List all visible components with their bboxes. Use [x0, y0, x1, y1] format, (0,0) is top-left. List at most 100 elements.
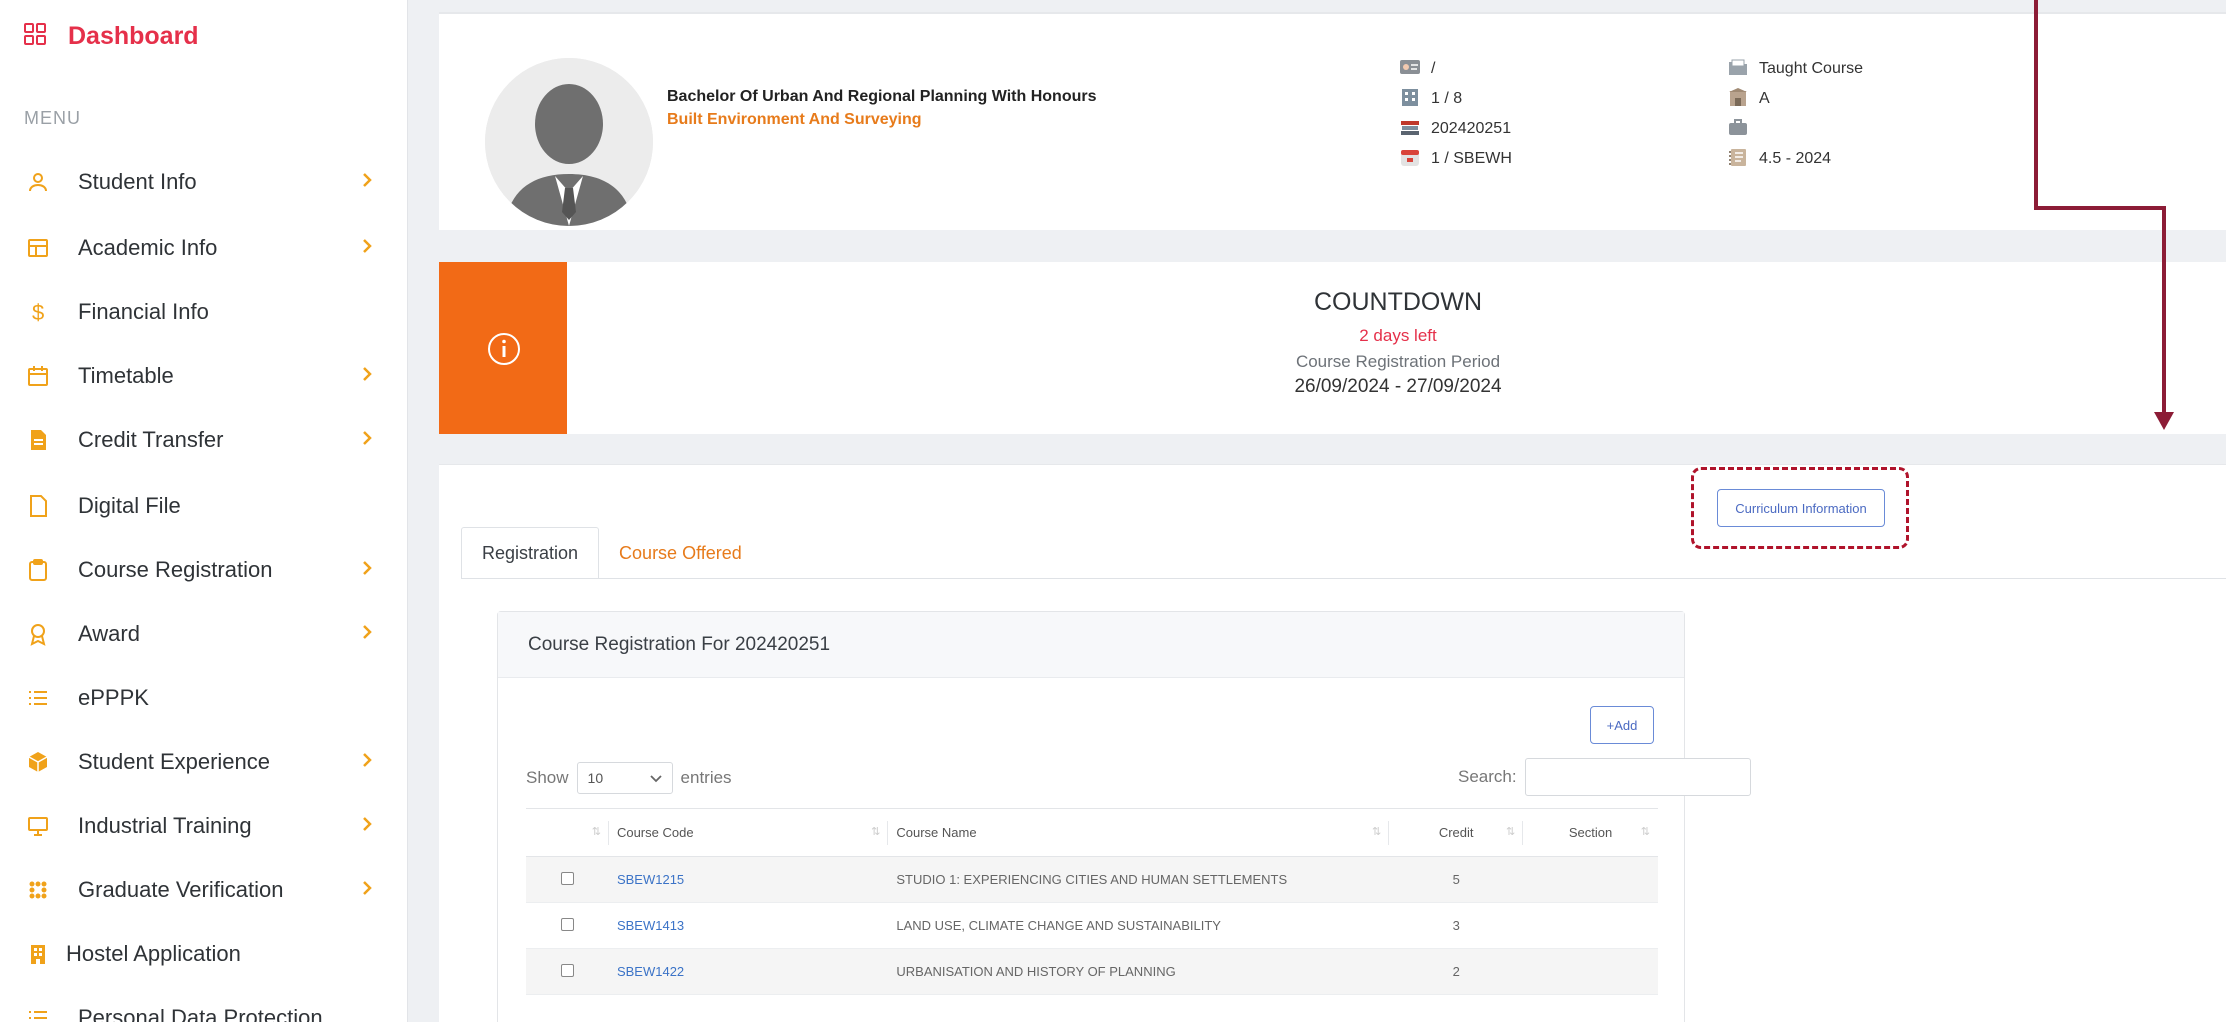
chevron-right-icon — [360, 878, 374, 903]
sidebar-item-financial-info[interactable]: $ Financial Info — [24, 290, 384, 334]
course-name-cell: URBANISATION AND HISTORY OF PLANNING — [888, 948, 1390, 995]
entries-select[interactable]: 10 — [576, 762, 673, 794]
sidebar-item-student-experience[interactable]: Student Experience — [24, 740, 384, 784]
table-row: SBEW1215 STUDIO 1: EXPERIENCING CITIES A… — [526, 856, 1658, 903]
course-code-link[interactable]: SBEW1422 — [617, 964, 684, 979]
chevron-right-icon — [360, 364, 374, 389]
sidebar-item-label: Digital File — [78, 493, 181, 518]
sidebar-item-label: Course Registration — [78, 557, 273, 582]
sidebar-item-academic-info[interactable]: Academic Info — [24, 226, 384, 270]
credit-cell: 2 — [1389, 948, 1524, 995]
column-label: Section — [1568, 825, 1613, 840]
course-registration-panel: Course Registration For 202420251 +Add S… — [497, 611, 1751, 1022]
course-code-link[interactable]: SBEW1215 — [617, 872, 684, 887]
column-header-section[interactable]: Section ⇅ — [1523, 808, 1658, 857]
tab-registration[interactable]: Registration — [461, 527, 600, 579]
sidebar-item-personal-data-protection[interactable]: Personal Data Protection — [24, 996, 384, 1022]
chevron-right-icon — [360, 170, 374, 195]
column-label: Course Code — [616, 825, 694, 840]
show-label: Show — [526, 768, 569, 787]
sidebar-item-label: Student Info — [78, 169, 197, 194]
row-checkbox[interactable] — [560, 871, 574, 885]
curriculum-information-button[interactable]: Curriculum Information — [1717, 489, 1885, 527]
file-icon — [24, 492, 52, 520]
column-header-course-name[interactable]: Course Name ⇅ — [888, 808, 1390, 857]
countdown-period-label: Course Registration Period — [1295, 352, 1501, 371]
sort-icon: ⇅ — [1371, 826, 1382, 838]
sidebar-item-timetable[interactable]: Timetable — [24, 354, 384, 398]
table-row: SBEW1422 URBANISATION AND HISTORY OF PLA… — [526, 948, 1658, 995]
sidebar-item-graduate-verification[interactable]: Graduate Verification — [24, 868, 384, 912]
chevron-right-icon — [360, 236, 374, 261]
column-label: Credit — [1438, 825, 1474, 840]
sidebar-item-dashboard[interactable]: Dashboard — [24, 14, 199, 58]
building-icon — [1399, 87, 1421, 112]
folder-icon — [1727, 57, 1749, 82]
svg-text:$: $ — [32, 300, 44, 325]
sidebar-item-student-info[interactable]: Student Info — [24, 160, 384, 204]
sidebar-item-credit-transfer[interactable]: Credit Transfer — [24, 418, 384, 462]
row-checkbox-cell — [526, 856, 609, 903]
info-icon — [487, 332, 521, 371]
sidebar-item-digital-file[interactable]: Digital File — [24, 484, 384, 528]
info-value: A — [1759, 90, 1770, 107]
table-row: SBEW1413 LAND USE, CLIMATE CHANGE AND SU… — [526, 902, 1658, 949]
info-row — [1727, 114, 1897, 144]
annotation-arrowhead-icon — [2154, 412, 2174, 430]
layout-icon — [24, 234, 52, 262]
chevron-right-icon — [360, 750, 374, 775]
sidebar-item-industrial-training[interactable]: Industrial Training — [24, 804, 384, 848]
menu-title: MENU — [24, 108, 81, 128]
building-icon — [24, 940, 52, 968]
list-icon — [24, 684, 52, 712]
table-row — [526, 994, 1658, 1022]
row-checkbox[interactable] — [560, 917, 574, 931]
tabs-divider — [461, 578, 2226, 579]
info-value: 202420251 — [1431, 120, 1512, 137]
course-name-cell: LAND USE, CLIMATE CHANGE AND SUSTAINABIL… — [888, 902, 1390, 949]
table-header-row: ⇅ Course Code ⇅ Course Name ⇅ Credit ⇅ Sect… — [526, 808, 1658, 857]
countdown-banner — [439, 262, 567, 434]
calendar-icon — [24, 362, 52, 390]
sidebar-item-course-registration[interactable]: Course Registration — [24, 548, 384, 592]
column-header-select[interactable]: ⇅ — [526, 808, 609, 857]
info-row: Taught Course — [1727, 54, 1897, 84]
entries-length-control: Show 10 entries — [526, 762, 732, 794]
info-value: 1 / 8 — [1431, 90, 1463, 107]
sidebar-item-label: ePPPK — [78, 685, 149, 710]
credit-cell: 3 — [1389, 902, 1524, 949]
sort-icon: ⇅ — [871, 826, 881, 838]
chevron-down-icon — [649, 770, 662, 786]
profile-card: Bachelor Of Urban And Regional Planning … — [439, 12, 2226, 230]
info-row: 4.5 - 2024 — [1727, 144, 1897, 174]
sidebar-item-label: Financial Info — [78, 299, 209, 324]
add-button[interactable]: +Add — [1590, 706, 1654, 744]
countdown-dates: 26/09/2024 - 27/09/2024 — [1294, 376, 1502, 397]
grid-icon — [24, 22, 46, 50]
row-checkbox[interactable] — [560, 963, 574, 977]
sort-icon: ⇅ — [591, 826, 601, 838]
countdown-card: COUNTDOWN 2 days left Course Registratio… — [439, 262, 2226, 434]
credit-cell: 5 — [1389, 856, 1524, 903]
sidebar-item-label: Timetable — [78, 363, 174, 388]
notebook-icon — [1727, 147, 1749, 172]
sort-icon: ⇅ — [1640, 826, 1650, 838]
sidebar-item-label: Credit Transfer — [78, 427, 224, 452]
sidebar-item-hostel-application[interactable]: Hostel Application — [24, 932, 384, 976]
search-input[interactable] — [1524, 758, 1751, 796]
section-cell — [1523, 948, 1658, 995]
sidebar-item-eppk[interactable]: ePPPK — [24, 676, 384, 720]
column-header-credit[interactable]: Credit ⇅ — [1389, 808, 1524, 857]
column-label: Course Name — [896, 825, 977, 840]
tab-course-offered[interactable]: Course Offered — [599, 527, 762, 579]
info-row: A — [1727, 84, 1897, 114]
course-code-link[interactable]: SBEW1413 — [617, 918, 684, 933]
sidebar-item-award[interactable]: Award — [24, 612, 384, 656]
info-row: 1 / 8 — [1399, 84, 1569, 114]
dashboard-label: Dashboard — [68, 21, 199, 50]
box-icon — [24, 748, 52, 776]
column-header-course-code[interactable]: Course Code ⇅ — [608, 808, 889, 857]
dots-grid-icon — [24, 876, 52, 904]
sidebar-item-label: Award — [78, 621, 140, 646]
table-search: Search: — [1458, 758, 1751, 796]
